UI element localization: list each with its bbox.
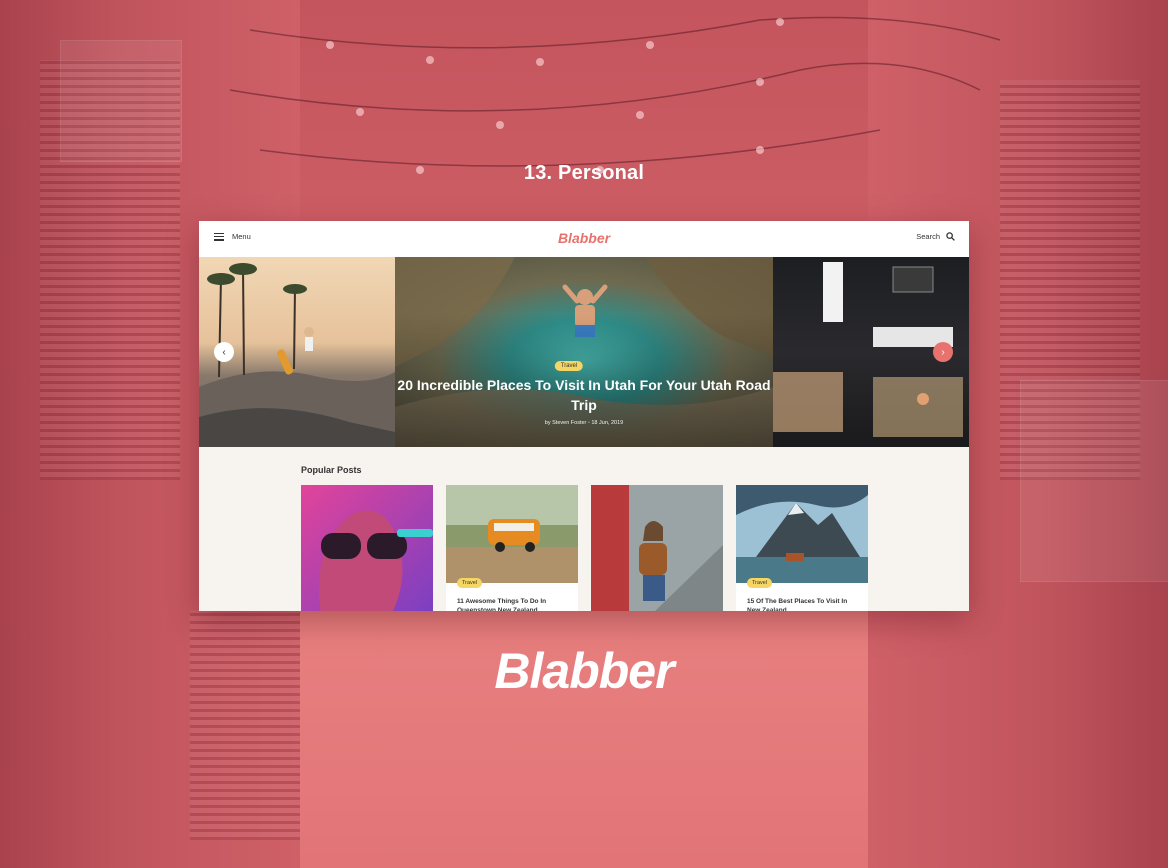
menu-button[interactable]: Menu [214,232,251,241]
featured-slider: Travel 20 Incredible Places To Visit In … [199,257,969,447]
post-title[interactable]: 15 Of The Best Places To Visit In New Ze… [747,597,859,611]
slider-next-button[interactable]: › [933,342,953,362]
slide-title[interactable]: 20 Incredible Places To Visit In Utah Fo… [395,375,773,415]
post-thumbnail-woman-dog [591,485,723,611]
popular-posts-title: Popular Posts [301,465,362,475]
post-card[interactable] [301,485,433,611]
chevron-right-icon: › [941,346,945,358]
post-card[interactable]: Travel 11 Awesome Things To Do In Queens… [446,485,578,611]
right-sign [1020,380,1168,582]
post-category-tag[interactable]: Travel [457,578,483,588]
site-header: Menu Blabber Search [199,221,969,257]
post-card[interactable]: Travel 15 Of The Best Places To Visit In… [736,485,868,611]
site-logo[interactable]: Blabber [199,230,969,246]
chevron-left-icon: ‹ [222,346,226,358]
post-thumbnail-van [446,485,578,583]
search-button[interactable]: Search [916,232,955,241]
slide-gradient-overlay [395,257,773,447]
search-label: Search [916,232,940,241]
website-preview: Menu Blabber Search Travel 20 Incredible… [199,221,969,611]
slide-meta: by Steven Foster ◦ 18 Jun, 2019 [544,420,624,426]
brand-logo: Blabber [494,643,674,699]
post-category-tag[interactable]: Travel [747,578,773,588]
slider-prev-button[interactable]: ‹ [214,342,234,362]
post-card[interactable] [591,485,723,611]
slide-image-utah[interactable] [395,257,773,447]
post-thumbnail-sunglasses [301,485,433,611]
post-title[interactable]: 11 Awesome Things To Do In Queenstown Ne… [457,597,569,611]
section-title: 13. Personal [523,162,645,184]
hamburger-icon [214,232,224,241]
post-thumbnail-mountains [736,485,868,583]
menu-label: Menu [232,232,251,241]
string-lights [229,16,1001,174]
popular-posts-list: Travel 11 Awesome Things To Do In Queens… [301,485,868,611]
slide-category-tag[interactable]: Travel [554,361,584,371]
search-icon [946,232,955,241]
